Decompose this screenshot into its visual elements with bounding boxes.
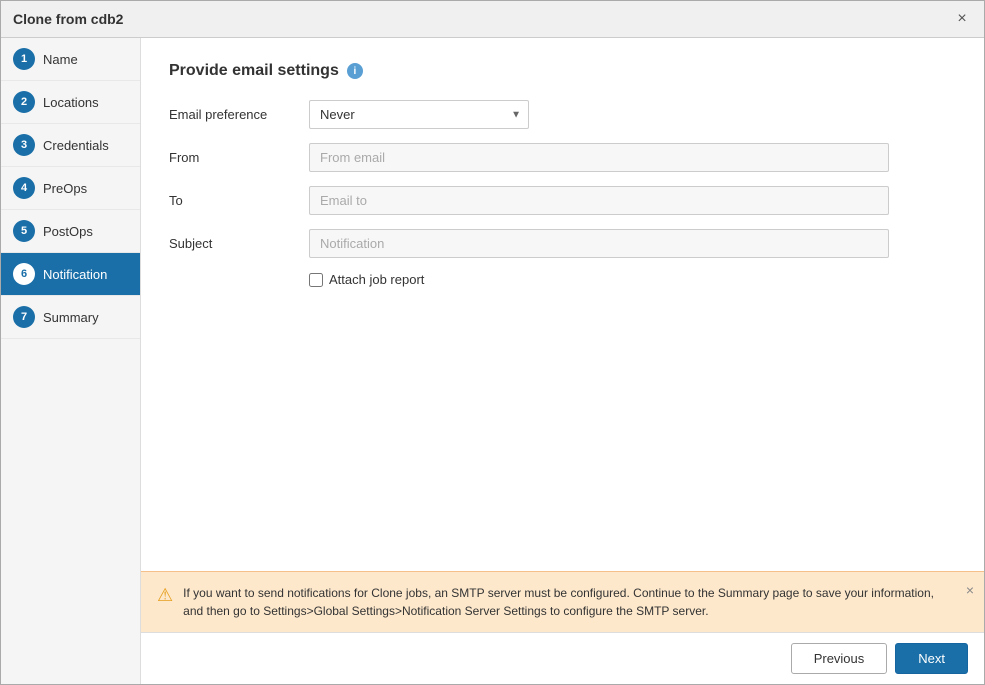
from-control [309,143,889,172]
sidebar-item-name[interactable]: 1 Name [1,38,140,81]
to-label: To [169,193,309,208]
sidebar-item-locations[interactable]: 2 Locations [1,81,140,124]
warning-close-button[interactable]: × [966,582,974,598]
sidebar-item-preops[interactable]: 4 PreOps [1,167,140,210]
sidebar-item-postops[interactable]: 5 PostOps [1,210,140,253]
dialog-title: Clone from cdb2 [13,11,123,27]
previous-button[interactable]: Previous [791,643,888,674]
subject-row: Subject [169,229,956,258]
subject-label: Subject [169,236,309,251]
next-button[interactable]: Next [895,643,968,674]
warning-text: If you want to send notifications for Cl… [183,584,944,620]
sidebar-label-notification: Notification [43,267,107,282]
subject-input[interactable] [309,229,889,258]
subject-control [309,229,889,258]
email-preference-label: Email preference [169,107,309,122]
sidebar: 1 Name 2 Locations 3 Credentials 4 PreOp… [1,38,141,684]
dialog-footer: Previous Next [141,632,984,684]
email-preference-row: Email preference Never Always On Failure… [169,100,956,129]
step-badge-3: 3 [13,134,35,156]
sidebar-label-postops: PostOps [43,224,93,239]
sidebar-item-summary[interactable]: 7 Summary [1,296,140,339]
email-preference-select[interactable]: Never Always On Failure [309,100,529,129]
content-area: Provide email settings i Email preferenc… [141,38,984,571]
sidebar-label-summary: Summary [43,310,99,325]
sidebar-item-credentials[interactable]: 3 Credentials [1,124,140,167]
step-badge-5: 5 [13,220,35,242]
sidebar-label-preops: PreOps [43,181,87,196]
section-title: Provide email settings i [169,62,956,80]
attach-report-checkbox[interactable] [309,273,323,287]
email-preference-select-wrapper: Never Always On Failure ▼ [309,100,529,129]
step-badge-1: 1 [13,48,35,70]
step-badge-4: 4 [13,177,35,199]
to-control [309,186,889,215]
to-row: To [169,186,956,215]
from-input[interactable] [309,143,889,172]
sidebar-label-locations: Locations [43,95,99,110]
dialog-body: 1 Name 2 Locations 3 Credentials 4 PreOp… [1,38,984,684]
attach-report-row: Attach job report [309,272,956,287]
section-title-text: Provide email settings [169,62,339,80]
sidebar-item-notification[interactable]: 6 Notification [1,253,140,296]
sidebar-label-credentials: Credentials [43,138,109,153]
sidebar-label-name: Name [43,52,78,67]
info-icon[interactable]: i [347,63,363,79]
warning-banner: ⚠ If you want to send notifications for … [141,571,984,632]
to-input[interactable] [309,186,889,215]
dialog-titlebar: Clone from cdb2 × [1,1,984,38]
from-label: From [169,150,309,165]
attach-report-label: Attach job report [329,272,424,287]
close-button[interactable]: × [952,9,972,29]
main-content: Provide email settings i Email preferenc… [141,38,984,684]
clone-dialog: Clone from cdb2 × 1 Name 2 Locations 3 C… [0,0,985,685]
step-badge-7: 7 [13,306,35,328]
warning-icon: ⚠ [157,585,173,606]
step-badge-2: 2 [13,91,35,113]
from-row: From [169,143,956,172]
step-badge-6: 6 [13,263,35,285]
